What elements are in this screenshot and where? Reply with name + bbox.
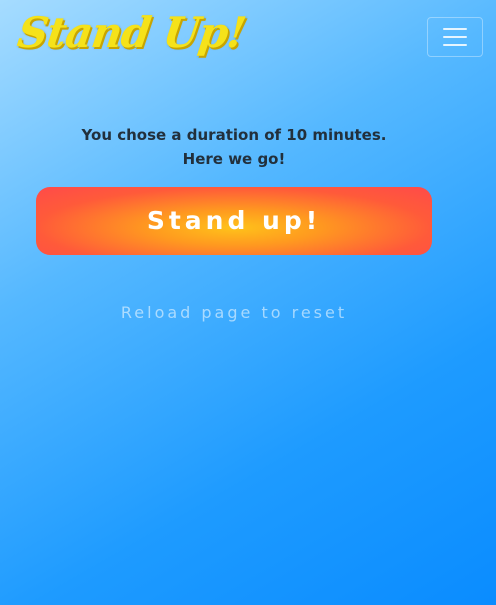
hamburger-menu-icon: [443, 28, 467, 30]
hamburger-menu-icon: [443, 44, 467, 46]
duration-message-line: You chose a duration of 10 minutes.: [81, 126, 387, 144]
here-we-go-line: Here we go!: [182, 150, 286, 168]
brand-logo[interactable]: Stand Up!: [15, 8, 249, 57]
duration-message: You chose a duration of 10 minutes. Here…: [36, 123, 432, 171]
navbar: Stand Up!: [0, 0, 496, 72]
stand-up-button[interactable]: Stand up!: [36, 187, 432, 255]
menu-toggle-button[interactable]: [427, 17, 483, 57]
hamburger-menu-icon: [443, 36, 467, 38]
reload-hint: Reload page to reset: [120, 303, 348, 322]
